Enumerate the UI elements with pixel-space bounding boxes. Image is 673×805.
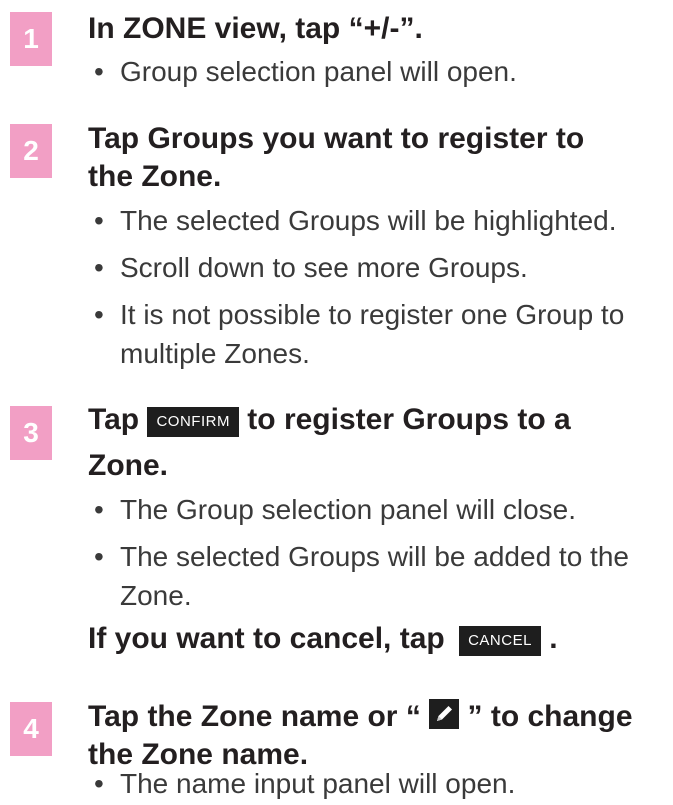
- step-title: Tap the Zone name or “ ” to change the Z…: [88, 698, 668, 774]
- bullet-icon: •: [94, 768, 104, 799]
- step-title: Tap Groups you want to register to the Z…: [88, 120, 668, 196]
- bullet-icon: •: [94, 541, 104, 572]
- bullet-icon: •: [94, 205, 104, 236]
- manual-page: 1 In ZONE view, tap “+/-”. • Group select…: [0, 0, 673, 805]
- list-item: • Group selection panel will open.: [88, 52, 668, 91]
- step-title-line: Tap the Zone name or “ ” to change: [88, 699, 633, 733]
- step-title-line: Tap CONFIRM to register Groups to a: [88, 403, 571, 437]
- step-number-badge: 4: [10, 702, 52, 756]
- bullet-icon: •: [94, 299, 104, 330]
- list-item: • It is not possible to register one Grou…: [88, 295, 668, 373]
- bullet-icon: •: [94, 494, 104, 525]
- list-item: • The Group selection panel will close.: [88, 490, 668, 529]
- step-title-line: Tap Groups you want to register to: [88, 122, 585, 155]
- list-item: • The selected Groups will be added to th…: [88, 537, 668, 615]
- bullet-list: • The Group selection panel will close. •…: [88, 490, 668, 615]
- confirm-button: CONFIRM: [147, 407, 239, 437]
- pencil-icon: [429, 699, 460, 729]
- step-title: Tap CONFIRM to register Groups to a Zone…: [88, 401, 668, 485]
- cancel-instruction: If you want to cancel, tap CANCEL .: [88, 622, 558, 656]
- step-number-badge: 2: [10, 124, 52, 178]
- list-item: • The name input panel will open.: [88, 764, 668, 803]
- bullet-icon: •: [94, 56, 104, 87]
- bullet-list: • The name input panel will open.: [88, 764, 668, 803]
- bullet-list: • The selected Groups will be highlighted…: [88, 201, 668, 373]
- step-title: In ZONE view, tap “+/-”.: [88, 12, 423, 45]
- step-title-line: Zone.: [88, 449, 168, 482]
- step-number-badge: 3: [10, 406, 52, 460]
- cancel-button: CANCEL: [459, 626, 541, 656]
- bullet-list: • Group selection panel will open.: [88, 52, 668, 91]
- step-title-line: the Zone.: [88, 160, 222, 193]
- bullet-icon: •: [94, 252, 104, 283]
- step-number-badge: 1: [10, 12, 52, 66]
- list-item: • The selected Groups will be highlighted…: [88, 201, 668, 240]
- list-item: • Scroll down to see more Groups.: [88, 248, 668, 287]
